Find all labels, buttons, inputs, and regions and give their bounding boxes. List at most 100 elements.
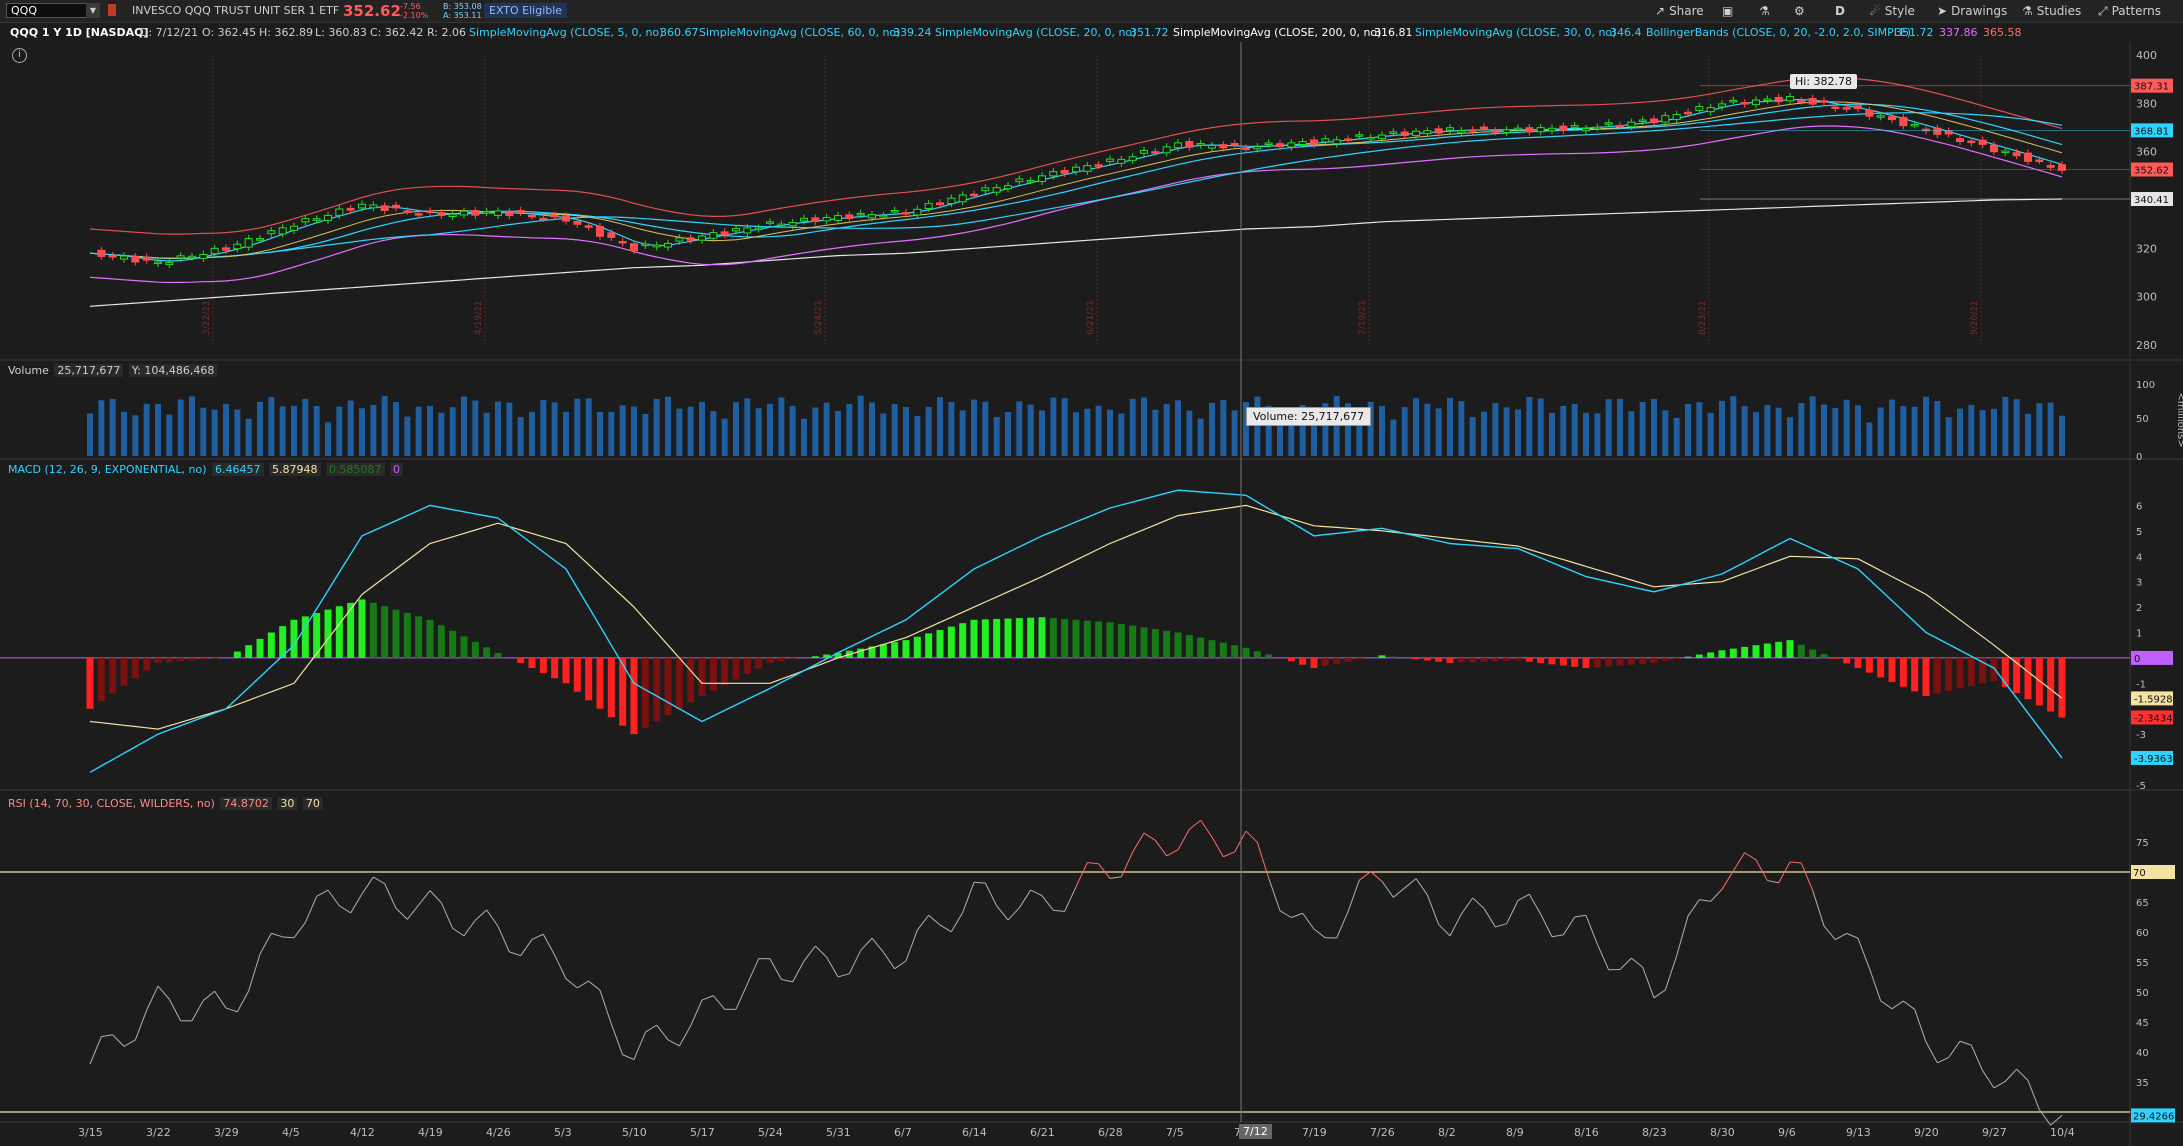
volume-bar bbox=[415, 406, 422, 456]
volume-bar bbox=[767, 403, 773, 456]
candle-body bbox=[1230, 142, 1239, 146]
candle-body bbox=[1332, 139, 1341, 145]
volume-bar bbox=[755, 408, 762, 456]
rsi-line-segment bbox=[905, 929, 918, 962]
date-tick-label: 6/21 bbox=[1030, 1126, 1055, 1139]
candle-body bbox=[335, 208, 344, 216]
volume-bar bbox=[563, 411, 569, 456]
macd-histogram-bar bbox=[721, 657, 729, 686]
rsi-line-segment bbox=[373, 876, 385, 885]
macd-label[interactable]: MACD (12, 26, 9, EXPONENTIAL, no) bbox=[8, 463, 207, 476]
rsi-label[interactable]: RSI (14, 70, 30, CLOSE, WILDERS, no) bbox=[8, 797, 215, 810]
macd-tag-box bbox=[2131, 650, 2173, 665]
symbol-input[interactable]: QQQ bbox=[6, 3, 92, 18]
sma200-label[interactable]: SimpleMovingAvg (CLOSE, 200, 0, no) bbox=[1173, 26, 1381, 39]
volume-bar bbox=[1050, 397, 1057, 456]
lab-button[interactable]: ⚗ bbox=[1759, 4, 1774, 18]
rsi-tick-label: 55 bbox=[2136, 958, 2149, 969]
sma5-label[interactable]: SimpleMovingAvg (CLOSE, 5, 0, no) bbox=[469, 26, 663, 39]
sma30-label[interactable]: SimpleMovingAvg (CLOSE, 30, 0, no) bbox=[1415, 26, 1616, 39]
candle-body bbox=[822, 216, 831, 222]
bollinger-label[interactable]: BollingerBands (CLOSE, 0, 20, -2.0, 2.0,… bbox=[1646, 26, 1911, 39]
macd-histogram-bar bbox=[573, 657, 581, 692]
macd-panel: 6 5 4 3 2 1 -1 -3 -5 0 -1.5928 -2.3434 -3.9363 bbox=[0, 489, 2173, 792]
volume-bar bbox=[1016, 401, 1023, 456]
macd-histogram-bar bbox=[1219, 642, 1227, 658]
sma20-label[interactable]: SimpleMovingAvg (CLOSE, 20, 0, no) bbox=[935, 26, 1136, 39]
info-icon[interactable]: i bbox=[12, 48, 27, 63]
macd-histogram-bar bbox=[131, 657, 139, 679]
volume-bar bbox=[2059, 415, 2065, 456]
rsi-line-segment bbox=[781, 978, 793, 983]
macd-histogram-bar bbox=[1775, 641, 1783, 658]
candle-body bbox=[131, 256, 140, 263]
rsi-line-segment bbox=[339, 905, 351, 914]
volume-bar bbox=[1594, 413, 1601, 456]
rsi-line-segment bbox=[316, 889, 329, 897]
macd-histogram-bar bbox=[1718, 650, 1726, 658]
volume-bar bbox=[336, 406, 343, 456]
ohlc-date: D: 7/12/21 bbox=[140, 26, 199, 39]
symbol-dropdown-icon[interactable]: ▼ bbox=[86, 3, 100, 18]
settings-button[interactable]: ⚙ bbox=[1794, 4, 1809, 18]
rsi-line-segment bbox=[1381, 881, 1394, 898]
period-button[interactable]: D bbox=[1835, 4, 1845, 18]
volume-bar bbox=[1775, 407, 1782, 456]
volume-bar bbox=[325, 422, 331, 456]
rsi-line-segment bbox=[1234, 830, 1247, 853]
macd-histogram-bar bbox=[1945, 657, 1953, 691]
rsi-tick-label: 75 bbox=[2136, 838, 2149, 849]
style-button[interactable]: ☄ Style bbox=[1870, 4, 1915, 18]
volume-bar bbox=[585, 398, 592, 456]
candle-body bbox=[675, 237, 684, 242]
candle-body bbox=[1389, 131, 1398, 134]
volume-bar bbox=[1401, 407, 1408, 456]
flag-icon[interactable] bbox=[108, 4, 116, 16]
date-tick-label: 4/12 bbox=[350, 1126, 375, 1139]
volume-bar bbox=[1118, 413, 1125, 456]
week-divider-label: 3/22/21 bbox=[202, 300, 212, 335]
sma60-label[interactable]: SimpleMovingAvg (CLOSE, 60, 0, no) bbox=[699, 26, 900, 39]
drawings-button[interactable]: ➤ Drawings bbox=[1937, 4, 2007, 18]
rsi-line-segment bbox=[395, 907, 408, 920]
volume-bar bbox=[1617, 398, 1623, 456]
rsi-line-segment bbox=[837, 973, 850, 978]
patterns-button[interactable]: ⤢ Patterns bbox=[2098, 4, 2161, 19]
macd-histogram-bar bbox=[1741, 646, 1749, 658]
macd-histogram-bar bbox=[959, 623, 967, 658]
rsi-line-segment bbox=[1631, 957, 1643, 968]
rsi-tick-label: 50 bbox=[2136, 988, 2149, 999]
date-tick-label: 5/3 bbox=[554, 1126, 572, 1139]
candle-body bbox=[845, 214, 854, 219]
candle-body bbox=[1978, 139, 1987, 145]
date-tick-label: 8/2 bbox=[1438, 1126, 1456, 1139]
rsi-line-segment bbox=[1030, 889, 1043, 897]
share-button[interactable]: ↗ Share bbox=[1655, 4, 1704, 18]
macd-histogram-bar bbox=[1185, 635, 1193, 658]
rsi-line-segment bbox=[769, 958, 782, 980]
macd-histogram-bar bbox=[1843, 657, 1851, 664]
volume-bar bbox=[993, 417, 1000, 456]
rsi-line-segment bbox=[1982, 1070, 1995, 1089]
macd-histogram-bar bbox=[902, 640, 910, 658]
volume-bar bbox=[597, 411, 603, 456]
volume-bar bbox=[166, 414, 173, 456]
ask-price: A: 353.11 bbox=[443, 11, 482, 20]
rsi-legend: RSI (14, 70, 30, CLOSE, WILDERS, no) 74.… bbox=[8, 797, 323, 810]
volume-tick-label: 50 bbox=[2136, 414, 2149, 425]
sma5-line bbox=[89, 98, 2063, 262]
volume-bar bbox=[1673, 417, 1680, 456]
candle-body bbox=[1468, 129, 1477, 132]
candle-body bbox=[414, 213, 423, 216]
rsi-line-segment bbox=[168, 999, 182, 1022]
rsi-line-segment bbox=[554, 954, 567, 979]
rsi-line-segment bbox=[1415, 878, 1428, 896]
candle-body bbox=[1106, 158, 1114, 162]
screenshot-button[interactable]: ▣ bbox=[1722, 4, 1737, 18]
rsi-line-segment bbox=[486, 909, 499, 927]
macd-histogram-bar bbox=[653, 657, 661, 722]
studies-button[interactable]: ⚗ Studies bbox=[2022, 4, 2081, 18]
chart-canvas[interactable]: 4003803603403203002803/22/21 4/19/21 5/24/… bbox=[0, 0, 2183, 1146]
macd-histogram-bar bbox=[630, 657, 638, 735]
rsi-line-segment bbox=[1223, 851, 1235, 858]
